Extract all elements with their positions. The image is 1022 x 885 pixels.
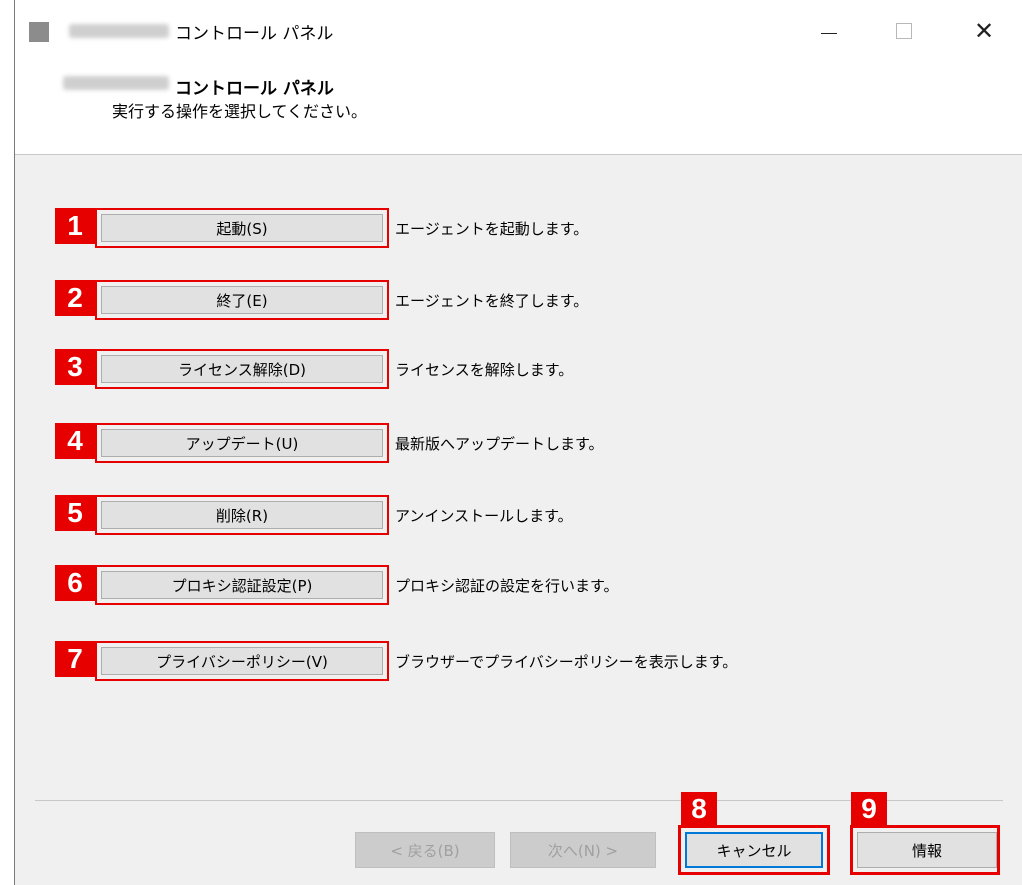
action-row-privacy-policy: 7 プライバシーポリシー(V) ブラウザーでプライバシーポリシーを表示します。	[55, 641, 955, 685]
callout-number: 2	[55, 280, 95, 316]
info-button[interactable]: 情報	[857, 832, 997, 868]
callout-number: 4	[55, 423, 95, 459]
action-description: エージェントを終了します。	[395, 292, 589, 310]
header-title: コントロール パネル	[175, 79, 334, 99]
highlight-frame: プロキシ認証設定(P)	[95, 565, 389, 605]
action-row-update: 4 アップデート(U) 最新版へアップデートします。	[55, 423, 955, 467]
action-description: エージェントを起動します。	[395, 220, 589, 238]
action-description: 最新版へアップデートします。	[395, 435, 604, 453]
action-description: ライセンスを解除します。	[395, 361, 574, 379]
cancel-button[interactable]: キャンセル	[685, 832, 823, 868]
privacy-policy-button[interactable]: プライバシーポリシー(V)	[101, 647, 383, 675]
header-subtitle: 実行する操作を選択してください。	[112, 102, 368, 121]
content-area: 1 起動(S) エージェントを起動します。 2 終了(E) エージェントを終了し…	[15, 155, 1022, 885]
wizard-header: コントロール パネル 実行する操作を選択してください。	[15, 56, 1022, 154]
close-icon: ✕	[973, 17, 995, 45]
minimize-button[interactable]	[805, 14, 853, 48]
minimize-icon	[821, 32, 837, 34]
next-button[interactable]: 次へ(N) >	[510, 832, 656, 868]
control-panel-window: コントロール パネル ✕ コントロール パネル 実行する操作を選択してください。…	[14, 0, 1022, 885]
close-button[interactable]: ✕	[960, 14, 1008, 48]
action-description: ブラウザーでプライバシーポリシーを表示します。	[395, 653, 738, 671]
callout-number: 8	[681, 792, 717, 826]
action-row-license-release: 3 ライセンス解除(D) ライセンスを解除します。	[55, 349, 955, 393]
highlight-frame: 起動(S)	[95, 208, 389, 248]
proxy-auth-settings-button[interactable]: プロキシ認証設定(P)	[101, 571, 383, 599]
highlight-frame: 終了(E)	[95, 280, 389, 320]
action-description: プロキシ認証の設定を行います。	[395, 577, 619, 595]
callout-number: 9	[851, 792, 887, 826]
maximize-button[interactable]	[880, 14, 928, 48]
window-title: コントロール パネル	[175, 24, 334, 44]
action-row-uninstall: 5 削除(R) アンインストールします。	[55, 495, 955, 539]
stop-button[interactable]: 終了(E)	[101, 286, 383, 314]
update-button[interactable]: アップデート(U)	[101, 429, 383, 457]
uninstall-button[interactable]: 削除(R)	[101, 501, 383, 529]
license-release-button[interactable]: ライセンス解除(D)	[101, 355, 383, 383]
title-bar: コントロール パネル ✕	[15, 0, 1022, 56]
callout-number: 1	[55, 208, 95, 244]
blurred-product-name-header	[63, 76, 169, 90]
back-button[interactable]: < 戻る(B)	[355, 832, 495, 868]
callout-number: 7	[55, 641, 95, 677]
action-description: アンインストールします。	[395, 507, 573, 525]
highlight-frame: プライバシーポリシー(V)	[95, 641, 389, 681]
action-row-start: 1 起動(S) エージェントを起動します。	[55, 208, 955, 252]
app-icon	[29, 22, 49, 42]
action-row-proxy-auth: 6 プロキシ認証設定(P) プロキシ認証の設定を行います。	[55, 565, 955, 609]
callout-number: 3	[55, 349, 95, 385]
callout-number: 5	[55, 495, 95, 531]
maximize-icon	[896, 23, 912, 39]
highlight-frame: ライセンス解除(D)	[95, 349, 389, 389]
highlight-frame: 削除(R)	[95, 495, 389, 535]
action-row-stop: 2 終了(E) エージェントを終了します。	[55, 280, 955, 324]
start-button[interactable]: 起動(S)	[101, 214, 383, 242]
callout-number: 6	[55, 565, 95, 601]
highlight-frame: アップデート(U)	[95, 423, 389, 463]
blurred-product-name	[69, 24, 169, 38]
